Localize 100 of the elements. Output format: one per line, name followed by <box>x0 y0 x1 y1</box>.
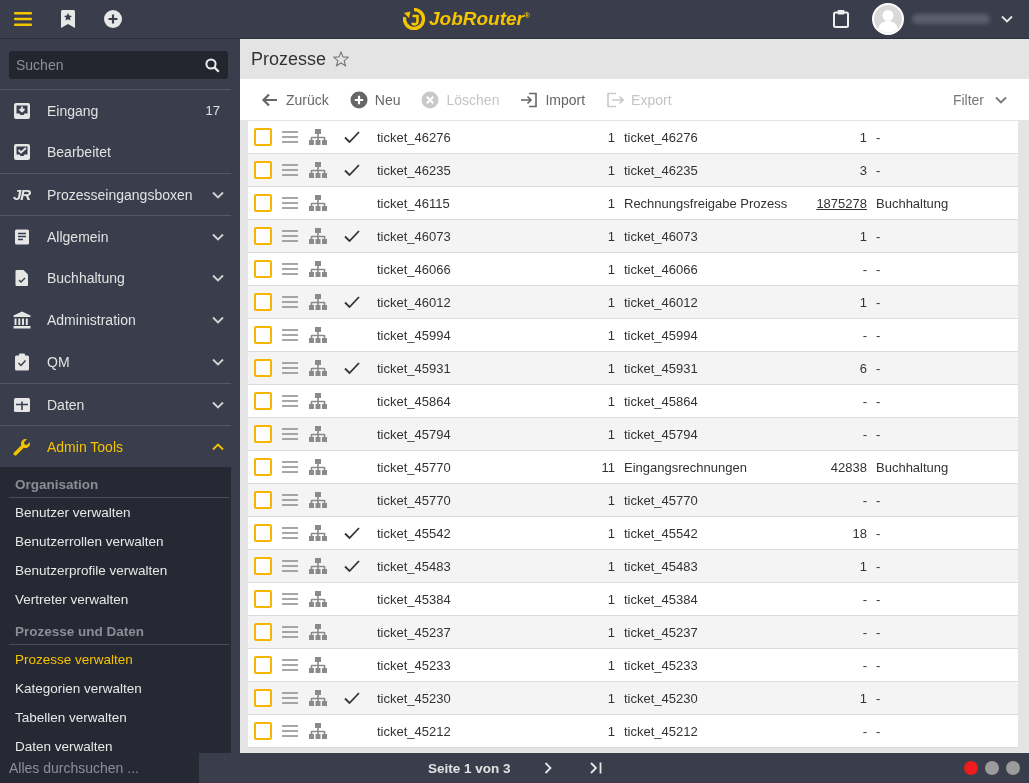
submenu-item[interactable]: Tabellen verwalten <box>0 703 231 732</box>
sitemap-icon[interactable] <box>309 261 327 277</box>
row-menu-icon[interactable] <box>282 395 298 407</box>
sitemap-icon[interactable] <box>309 393 327 409</box>
sitemap-icon[interactable] <box>309 294 327 310</box>
filter-button[interactable]: Filter <box>952 91 1007 108</box>
table-cell: - <box>876 426 881 442</box>
nav-item[interactable]: Eingang 17 <box>0 90 231 131</box>
chevron-down-icon[interactable] <box>1001 15 1013 23</box>
submenu-item[interactable]: Benutzer verwalten <box>0 498 231 527</box>
row-menu-icon[interactable] <box>282 461 298 473</box>
user-avatar[interactable] <box>872 3 904 35</box>
row-menu-icon[interactable] <box>282 197 298 209</box>
row-menu-icon[interactable] <box>282 527 298 539</box>
plus-circle-icon[interactable] <box>104 10 122 28</box>
nav-item[interactable]: Buchhaltung <box>0 257 231 299</box>
row-menu-icon[interactable] <box>282 428 298 440</box>
row-checkbox[interactable] <box>254 524 272 542</box>
nav-item[interactable]: Administration <box>0 299 231 341</box>
table-cell-text: ticket_45233 <box>377 657 452 673</box>
row-menu-icon[interactable] <box>282 263 298 275</box>
row-checkbox[interactable] <box>254 227 272 245</box>
row-checkbox[interactable] <box>254 491 272 509</box>
chevron-right-icon[interactable] <box>543 762 552 774</box>
submenu-item[interactable]: Vertreter verwalten <box>0 585 231 614</box>
favorite-star-icon[interactable] <box>333 51 350 67</box>
row-checkbox[interactable] <box>254 689 272 707</box>
last-page-icon[interactable] <box>589 762 602 774</box>
row-menu-icon[interactable] <box>282 230 298 242</box>
table-cell-text: ticket_45237 <box>377 624 452 640</box>
nav-item[interactable]: Bearbeitet <box>0 131 231 173</box>
row-menu-icon[interactable] <box>282 560 298 572</box>
sitemap-icon[interactable] <box>309 624 327 640</box>
table-cell-text: ticket_45794 <box>377 426 452 442</box>
row-menu-icon[interactable] <box>282 593 298 605</box>
sitemap-icon[interactable] <box>309 690 327 706</box>
sitemap-icon[interactable] <box>309 657 327 673</box>
clipboard-icon[interactable] <box>833 10 849 28</box>
submenu-item[interactable]: Prozesse verwalten <box>0 645 231 674</box>
row-checkbox[interactable] <box>254 392 272 410</box>
row-checkbox[interactable] <box>254 194 272 212</box>
sitemap-icon[interactable] <box>309 129 327 145</box>
table-cell-text: 11 <box>600 459 615 475</box>
toolbar-button[interactable]: Import <box>520 90 586 109</box>
row-checkbox[interactable] <box>254 359 272 377</box>
global-search-field[interactable]: Alles durchsuchen ... <box>0 753 199 783</box>
row-checkbox[interactable] <box>254 326 272 344</box>
row-checkbox[interactable] <box>254 161 272 179</box>
table-cell-text: 3 <box>858 162 867 178</box>
row-menu-icon[interactable] <box>282 692 298 704</box>
row-checkbox[interactable] <box>254 590 272 608</box>
table-cell-text: ticket_46066 <box>624 261 699 277</box>
sitemap-icon[interactable] <box>309 525 327 541</box>
submenu-item[interactable]: Kategorien verwalten <box>0 674 231 703</box>
row-menu-icon[interactable] <box>282 659 298 671</box>
row-checkbox[interactable] <box>254 623 272 641</box>
sitemap-icon[interactable] <box>309 558 327 574</box>
search-field[interactable]: Suchen <box>9 51 228 79</box>
row-menu-icon[interactable] <box>282 131 298 143</box>
row-checkbox[interactable] <box>254 425 272 443</box>
menu-icon[interactable] <box>14 12 32 26</box>
row-checkbox[interactable] <box>254 260 272 278</box>
row-menu-icon[interactable] <box>282 362 298 374</box>
sitemap-icon[interactable] <box>309 327 327 343</box>
number-link[interactable]: 1875278 <box>816 195 867 211</box>
sitemap-icon[interactable] <box>309 360 327 376</box>
row-checkbox[interactable] <box>254 722 272 740</box>
row-checkbox[interactable] <box>254 293 272 311</box>
nav-item[interactable]: JR Prozesseingangsboxen <box>0 174 231 215</box>
nav-item[interactable]: QM <box>0 341 231 383</box>
search-icon[interactable] <box>205 58 220 73</box>
submenu-item[interactable]: Daten verwalten <box>0 732 231 753</box>
sitemap-icon[interactable] <box>309 162 327 178</box>
row-checkbox[interactable] <box>254 557 272 575</box>
sitemap-icon[interactable] <box>309 228 327 244</box>
sitemap-icon[interactable] <box>309 195 327 211</box>
sitemap-icon[interactable] <box>309 591 327 607</box>
row-menu-icon[interactable] <box>282 329 298 341</box>
submenu-item[interactable]: Benutzerrollen verwalten <box>0 527 231 556</box>
nav-item[interactable]: Daten <box>0 384 231 425</box>
row-checkbox[interactable] <box>254 458 272 476</box>
sitemap-icon[interactable] <box>309 723 327 739</box>
row-checkbox[interactable] <box>254 656 272 674</box>
toolbar-button[interactable]: Zurück <box>261 90 329 109</box>
sitemap-icon[interactable] <box>309 459 327 475</box>
nav-item[interactable]: Admin Tools <box>0 426 231 467</box>
table-cell-text: Rechnungsfreigabe Prozess <box>624 195 789 211</box>
sitemap-icon[interactable] <box>309 426 327 442</box>
row-menu-icon[interactable] <box>282 725 298 737</box>
bookmark-star-icon[interactable] <box>61 10 75 28</box>
nav-item[interactable]: Allgemein <box>0 216 231 257</box>
row-menu-icon[interactable] <box>282 164 298 176</box>
row-checkbox[interactable] <box>254 128 272 146</box>
page-indicator: Seite 1 von 3 <box>428 760 511 776</box>
submenu-item[interactable]: Benutzerprofile verwalten <box>0 556 231 585</box>
toolbar-button[interactable]: Neu <box>349 90 401 109</box>
sitemap-icon[interactable] <box>309 492 327 508</box>
row-menu-icon[interactable] <box>282 626 298 638</box>
row-menu-icon[interactable] <box>282 296 298 308</box>
row-menu-icon[interactable] <box>282 494 298 506</box>
